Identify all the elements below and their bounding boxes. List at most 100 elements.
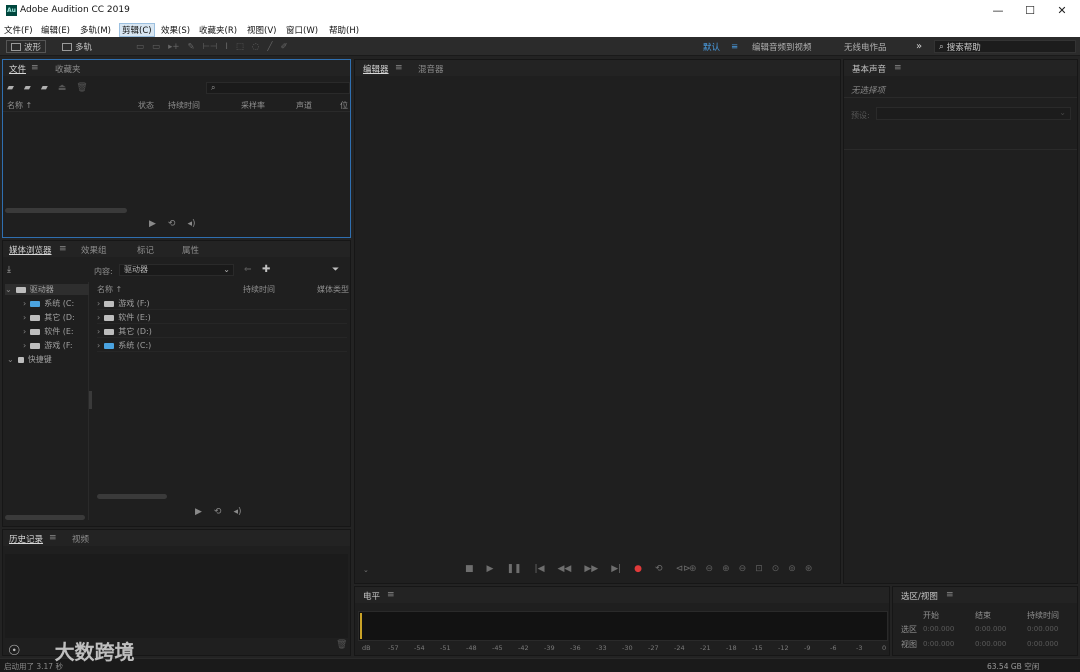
col-status[interactable]: 状态 — [138, 100, 154, 111]
view-end[interactable]: 0:00.000 — [975, 640, 1006, 648]
filter-icon[interactable]: ⏷ — [332, 265, 339, 275]
files-search-input[interactable]: ⌕ — [206, 82, 350, 94]
tree-item[interactable]: › 其它 (D: — [23, 312, 75, 323]
col-duration[interactable]: 持续时间 — [243, 284, 275, 295]
selection-end[interactable]: 0:00.000 — [975, 625, 1006, 633]
insert-into-multitrack-icon[interactable]: ⏏ — [58, 83, 67, 93]
tree-item[interactable]: › 系统 (C: — [23, 298, 74, 309]
selection-start[interactable]: 0:00.000 — [923, 625, 954, 633]
tab-markers[interactable]: 标记 — [137, 244, 154, 256]
zoom-out-full-icon[interactable]: ⊡ — [755, 564, 763, 574]
tree-item[interactable]: › 游戏 (F: — [23, 340, 73, 351]
fast-forward-icon[interactable]: ▶▶ — [584, 564, 598, 574]
waveform-view-button[interactable]: 波形 — [6, 40, 47, 53]
tab-editor[interactable]: 编辑器 — [363, 63, 389, 75]
tab-mixer[interactable]: 混音器 — [418, 63, 444, 75]
tab-effects-rack[interactable]: 效果组 — [81, 244, 107, 256]
essential-sound-title[interactable]: 基本声音 — [852, 63, 886, 75]
tab-files[interactable]: 文件 — [9, 63, 26, 75]
tree-shortcuts[interactable]: ⌄ 快捷键 — [7, 354, 52, 365]
zoom-in-time-icon[interactable]: ⊕ — [722, 564, 730, 574]
panel-menu-icon[interactable]: ≡ — [395, 63, 403, 73]
col-channels[interactable]: 声道 — [296, 100, 312, 111]
move-tool-icon[interactable]: ▸+ — [168, 42, 179, 52]
open-file-icon[interactable]: ▰ — [7, 83, 14, 93]
col-name[interactable]: 名称 ↑ — [97, 284, 122, 295]
loop-icon[interactable]: ⟲ — [655, 564, 663, 574]
menu-clip[interactable]: 剪辑(C) — [119, 23, 155, 37]
menu-view[interactable]: 视图(V) — [247, 24, 276, 36]
selection-duration[interactable]: 0:00.000 — [1027, 625, 1058, 633]
tab-media-browser[interactable]: 媒体浏览器 — [9, 244, 52, 256]
col-sample-rate[interactable]: 采样率 — [241, 100, 265, 111]
maximize-button[interactable]: ☐ — [1014, 0, 1046, 22]
zoom-in-amplitude-icon[interactable]: ⊕ — [689, 564, 697, 574]
help-search-input[interactable]: ⌕ 搜索帮助 — [934, 40, 1076, 53]
delete-icon[interactable]: 🗑 — [76, 83, 87, 93]
loop-icon[interactable]: ⟲ — [214, 507, 222, 517]
delete-icon[interactable]: 🗑 — [336, 640, 347, 650]
lasso-tool-icon[interactable]: ◌ — [252, 42, 259, 52]
multitrack-view-button[interactable]: 多轨 — [58, 40, 96, 53]
panel-menu-icon[interactable]: ≡ — [59, 244, 67, 254]
col-name[interactable]: 名称 ↑ — [7, 100, 32, 111]
list-item[interactable]: › 其它 (D:) — [97, 326, 347, 338]
razor-tool-icon[interactable]: ✎ — [187, 42, 194, 52]
menu-edit[interactable]: 编辑(E) — [41, 24, 70, 36]
menu-file[interactable]: 文件(F) — [4, 24, 33, 36]
splitter-handle[interactable] — [89, 391, 92, 409]
tab-properties[interactable]: 属性 — [182, 244, 199, 256]
add-shortcut-icon[interactable]: ⤓ — [7, 265, 11, 275]
col-duration[interactable]: 持续时间 — [168, 100, 200, 111]
panel-menu-icon[interactable]: ≡ — [49, 533, 57, 543]
menu-multitrack[interactable]: 多轨(M) — [80, 24, 111, 36]
workspace-edit-audio-to-video[interactable]: 编辑音频到视频 — [752, 40, 812, 53]
tab-history[interactable]: 历史记录 — [9, 533, 43, 545]
autoplay-icon[interactable]: ◂) — [233, 507, 241, 517]
slip-tool-icon[interactable]: ⊢⊣ — [203, 42, 218, 52]
workspace-radio-production[interactable]: 无线电作品 — [844, 40, 887, 53]
go-to-end-icon[interactable]: ▶| — [611, 564, 621, 574]
close-button[interactable]: ✕ — [1046, 0, 1078, 22]
view-duration[interactable]: 0:00.000 — [1027, 640, 1058, 648]
selection-view-title[interactable]: 选区/视图 — [901, 590, 938, 602]
files-horizontal-scrollbar[interactable] — [5, 208, 127, 213]
menu-help[interactable]: 帮助(H) — [329, 24, 359, 36]
marquee-tool-icon[interactable]: ⬚ — [236, 42, 244, 52]
loop-icon[interactable]: ⟲ — [168, 219, 176, 229]
levels-title[interactable]: 电平 — [363, 590, 380, 602]
add-icon[interactable]: ✚ — [262, 264, 270, 275]
spectral-pitch-icon[interactable]: ▭ — [152, 42, 160, 52]
import-file-icon[interactable]: ▰ — [24, 83, 31, 93]
tree-root[interactable]: ⌄ 驱动器 — [5, 284, 89, 295]
menu-favorites[interactable]: 收藏夹(R) — [199, 24, 237, 36]
panel-menu-icon[interactable]: ≡ — [31, 63, 39, 73]
pause-icon[interactable]: ❚❚ — [506, 564, 521, 574]
play-icon[interactable]: ▶ — [195, 507, 202, 517]
list-item[interactable]: › 游戏 (F:) — [97, 298, 347, 310]
panel-menu-icon[interactable]: ≡ — [894, 63, 902, 73]
play-icon[interactable]: ▶ — [487, 564, 494, 574]
menu-window[interactable]: 窗口(W) — [286, 24, 318, 36]
zoom-selection-icon[interactable]: ⊛ — [805, 564, 813, 574]
view-start[interactable]: 0:00.000 — [923, 640, 954, 648]
col-media-type[interactable]: 媒体类型 — [317, 284, 349, 295]
spectral-frequency-icon[interactable]: ▭ — [136, 42, 144, 52]
zoom-out-time-icon[interactable]: ⊖ — [739, 564, 747, 574]
play-icon[interactable]: ▶ — [149, 219, 156, 229]
col-bit-depth[interactable]: 位 — [340, 100, 348, 111]
workspace-default[interactable]: 默认 ≡ — [703, 40, 738, 53]
brush-tool-icon[interactable]: ╱ — [267, 42, 272, 52]
list-item[interactable]: › 系统 (C:) — [97, 340, 347, 352]
stop-icon[interactable]: ■ — [465, 564, 474, 574]
back-icon[interactable]: ⇐ — [244, 265, 252, 275]
zoom-to-selection-icon[interactable]: ⊚ — [788, 564, 796, 574]
time-selection-tool-icon[interactable]: I — [225, 42, 228, 52]
panel-menu-icon[interactable]: ≡ — [387, 590, 395, 600]
tree-item[interactable]: › 软件 (E: — [23, 326, 74, 337]
new-file-icon[interactable]: ▰ — [41, 83, 48, 93]
zoom-in-point-icon[interactable]: ⊙ — [772, 564, 780, 574]
list-horizontal-scrollbar[interactable] — [97, 494, 167, 499]
preset-dropdown[interactable]: ⌄ — [876, 107, 1071, 120]
go-to-start-icon[interactable]: |◀ — [535, 564, 545, 574]
